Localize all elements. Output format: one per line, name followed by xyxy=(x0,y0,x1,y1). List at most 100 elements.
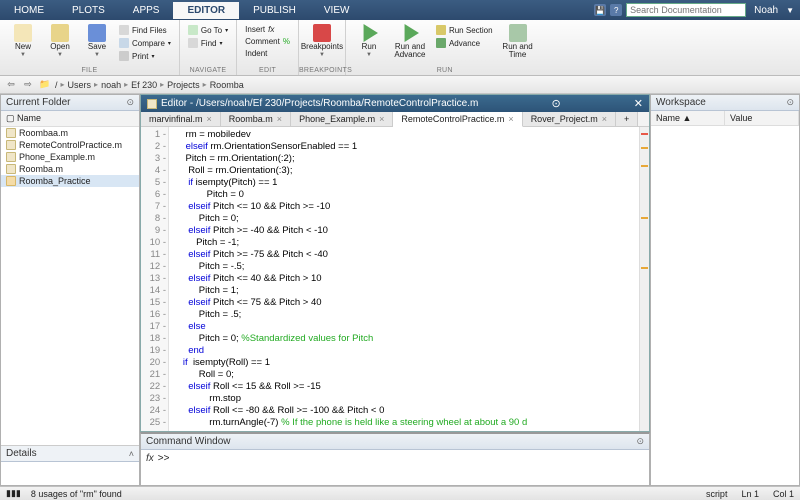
workspace-col-value[interactable]: Value xyxy=(725,111,799,125)
advance-button[interactable]: Advance xyxy=(434,37,495,49)
tab-close-icon[interactable]: × xyxy=(602,114,607,124)
indent-button[interactable]: Indent xyxy=(243,48,292,59)
tab-close-icon[interactable]: × xyxy=(207,114,212,124)
folder-icon xyxy=(6,176,16,186)
folder-item-label: Roomba_Practice xyxy=(19,176,91,186)
workspace-col-name[interactable]: Name ▲ xyxy=(651,111,725,125)
tab-close-icon[interactable]: × xyxy=(277,114,282,124)
user-label[interactable]: Noah xyxy=(750,5,782,16)
save-button[interactable]: Save▼ xyxy=(80,22,114,58)
editor-close-icon[interactable]: ✕ xyxy=(634,97,643,110)
breadcrumb-segment[interactable]: Roomba xyxy=(210,80,244,90)
status-usages: 8 usages of "rm" found xyxy=(31,489,122,499)
run-section-button[interactable]: Run Section xyxy=(434,24,495,36)
open-button[interactable]: Open▼ xyxy=(43,22,77,58)
status-busy-icon: ▮▮▮ xyxy=(6,488,21,499)
main-tab-home[interactable]: HOME xyxy=(0,2,58,19)
breakpoints-button[interactable]: Breakpoints▼ xyxy=(305,22,339,58)
save-quick-icon[interactable]: 💾 xyxy=(594,4,606,16)
editor-dock-icon[interactable]: ⊙ xyxy=(551,97,560,110)
find-nav-button[interactable]: Find▾ xyxy=(186,37,230,49)
editor-tab[interactable]: RemoteControlPractice.m × xyxy=(393,112,522,127)
insert-button[interactable]: Insert fx xyxy=(243,24,292,35)
status-col: Col 1 xyxy=(773,489,794,499)
main-tab-apps[interactable]: APPS xyxy=(119,2,174,19)
command-window-input[interactable]: fx>> xyxy=(141,450,649,485)
editor-titlebar: Editor - /Users/noah/Ef 230/Projects/Roo… xyxy=(141,95,649,112)
editor-tab-label: marvinfinal.m xyxy=(149,114,203,124)
folder-item[interactable]: Roomba_Practice xyxy=(1,175,139,187)
editor-tab[interactable]: Rover_Project.m × xyxy=(523,112,616,126)
current-folder-panel: Current Folder⊙ ▢ Name Roombaa.mRemoteCo… xyxy=(0,94,140,486)
status-mode: script xyxy=(706,489,728,499)
folder-item[interactable]: Phone_Example.m xyxy=(1,151,139,163)
ribbon-group-run: RUN xyxy=(346,67,544,74)
main-tabs: HOMEPLOTSAPPSEDITORPUBLISHVIEW 💾 ? Noah … xyxy=(0,0,800,20)
mfile-icon xyxy=(6,164,16,174)
details-title: Details xyxy=(6,448,37,459)
run-button[interactable]: Run▼ xyxy=(352,22,386,58)
folder-item[interactable]: Roomba.m xyxy=(1,163,139,175)
workspace-panel: Workspace ⊙ Name ▲ Value xyxy=(650,94,800,486)
editor-tab-label: Roomba.m xyxy=(229,114,273,124)
find-files-button[interactable]: Find Files xyxy=(117,24,173,36)
ribbon-group-edit: EDIT xyxy=(237,67,298,74)
folder-item-label: RemoteControlPractice.m xyxy=(19,140,122,150)
print-button[interactable]: Print▾ xyxy=(117,50,173,62)
main-tab-plots[interactable]: PLOTS xyxy=(58,2,119,19)
folder-item[interactable]: Roombaa.m xyxy=(1,127,139,139)
breadcrumb-segment[interactable]: Ef 230 xyxy=(131,80,157,90)
editor-tab-label: RemoteControlPractice.m xyxy=(401,114,504,124)
editor-tab-label: Rover_Project.m xyxy=(531,114,598,124)
run-time-button[interactable]: Run and Time xyxy=(498,22,538,59)
main-tab-view[interactable]: VIEW xyxy=(310,2,364,19)
folder-item-label: Phone_Example.m xyxy=(19,152,95,162)
command-window-menu-icon[interactable]: ⊙ xyxy=(636,436,644,447)
workspace-menu-icon[interactable]: ⊙ xyxy=(786,97,794,108)
ribbon-group-navigate: NAVIGATE xyxy=(180,67,236,74)
help-icon[interactable]: ? xyxy=(610,4,622,16)
editor-panel: Editor - /Users/noah/Ef 230/Projects/Roo… xyxy=(140,94,650,432)
run-advance-button[interactable]: Run and Advance xyxy=(389,22,431,59)
ribbon: New▼ Open▼ Save▼ Find Files Compare▾ Pri… xyxy=(0,20,800,76)
folder-item[interactable]: RemoteControlPractice.m xyxy=(1,139,139,151)
main-tab-publish[interactable]: PUBLISH xyxy=(239,2,310,19)
comment-button[interactable]: Comment % xyxy=(243,36,292,47)
main-tab-editor[interactable]: EDITOR xyxy=(173,2,239,19)
editor-scrollbar[interactable] xyxy=(639,127,649,431)
mfile-icon xyxy=(6,140,16,150)
tab-close-icon[interactable]: × xyxy=(508,114,513,124)
editor-tab[interactable]: Phone_Example.m × xyxy=(291,112,393,126)
mfile-icon xyxy=(6,152,16,162)
tab-close-icon[interactable]: × xyxy=(379,114,384,124)
folder-item-label: Roomba.m xyxy=(19,164,63,174)
forward-icon[interactable]: ⇨ xyxy=(21,78,35,92)
editor-tab-label: Phone_Example.m xyxy=(299,114,375,124)
status-line: Ln 1 xyxy=(741,489,759,499)
editor-new-tab-button[interactable]: + xyxy=(616,112,638,126)
search-documentation-input[interactable] xyxy=(626,3,746,17)
details-chevron-icon[interactable]: ˄ xyxy=(129,449,134,459)
editor-file-icon xyxy=(147,99,157,109)
up-folder-icon[interactable]: 📁 xyxy=(38,78,52,92)
breadcrumb-segment[interactable]: Projects xyxy=(167,80,200,90)
breadcrumb-segment[interactable]: / xyxy=(55,80,58,90)
command-window-panel: Command Window ⊙ fx>> xyxy=(140,432,650,486)
mfile-icon xyxy=(6,128,16,138)
command-window-title: Command Window xyxy=(146,436,230,447)
new-button[interactable]: New▼ xyxy=(6,22,40,58)
breadcrumb-segment[interactable]: noah xyxy=(101,80,121,90)
ribbon-group-file: FILE xyxy=(0,67,179,74)
current-folder-column-header[interactable]: ▢ Name xyxy=(1,111,139,127)
editor-tab[interactable]: Roomba.m × xyxy=(221,112,291,126)
editor-body[interactable]: 1 -2 -3 -4 -5 -6 -7 -8 -9 -10 -11 -12 -1… xyxy=(141,127,649,431)
breadcrumb-segment[interactable]: Users xyxy=(68,80,92,90)
compare-button[interactable]: Compare▾ xyxy=(117,37,173,49)
workspace-title: Workspace xyxy=(656,97,706,108)
goto-button[interactable]: Go To▾ xyxy=(186,24,230,36)
panel-menu-icon[interactable]: ⊙ xyxy=(126,97,134,108)
editor-tab[interactable]: marvinfinal.m × xyxy=(141,112,221,126)
back-icon[interactable]: ⇦ xyxy=(4,78,18,92)
folder-item-label: Roombaa.m xyxy=(19,128,68,138)
user-menu-chevron-icon[interactable]: ▼ xyxy=(786,6,794,15)
